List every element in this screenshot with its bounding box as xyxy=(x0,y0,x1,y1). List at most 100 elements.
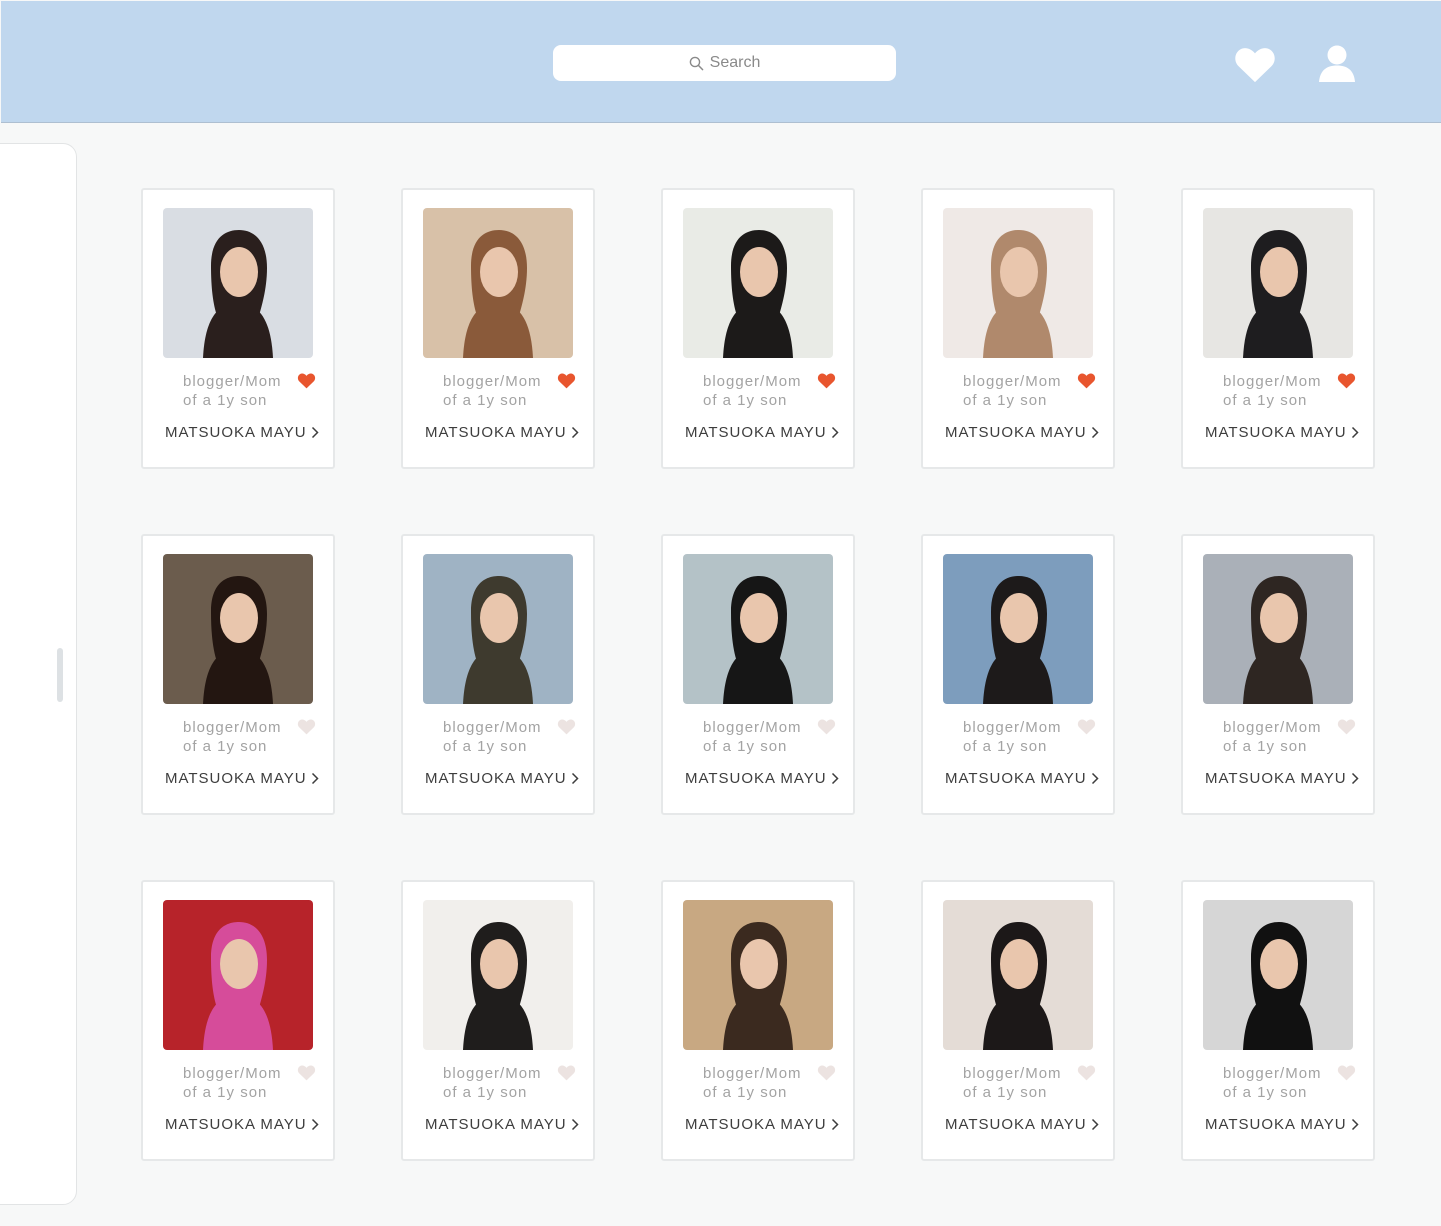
profile-name: MATSUOKA MAYU xyxy=(945,1116,1087,1133)
profile-name-link[interactable]: MATSUOKA MAYU xyxy=(685,424,855,441)
favorite-heart-icon[interactable] xyxy=(557,372,576,389)
profile-name: MATSUOKA MAYU xyxy=(1205,424,1347,441)
bio-line-2: of a 1y son xyxy=(703,738,788,755)
favorite-heart-icon[interactable] xyxy=(297,372,316,389)
profile-bio: blogger/Mom of a 1y son xyxy=(963,1064,1083,1102)
profile-photo[interactable] xyxy=(163,900,313,1050)
profile-card[interactable]: blogger/Mom of a 1y son MATSUOKA MAYU xyxy=(661,188,855,469)
profile-card[interactable]: blogger/Mom of a 1y son MATSUOKA MAYU xyxy=(401,534,595,815)
profile-name-link[interactable]: MATSUOKA MAYU xyxy=(425,424,595,441)
profile-name-link[interactable]: MATSUOKA MAYU xyxy=(425,770,595,787)
profile-card[interactable]: blogger/Mom of a 1y son MATSUOKA MAYU xyxy=(921,534,1115,815)
profile-bio: blogger/Mom of a 1y son xyxy=(443,718,563,756)
favorite-heart-icon[interactable] xyxy=(1337,1064,1356,1081)
profile-bio: blogger/Mom of a 1y son xyxy=(443,1064,563,1102)
profile-bio: blogger/Mom of a 1y son xyxy=(183,1064,303,1102)
profile-card[interactable]: blogger/Mom of a 1y son MATSUOKA MAYU xyxy=(141,880,335,1161)
favorite-heart-icon[interactable] xyxy=(557,718,576,735)
favorite-heart-icon[interactable] xyxy=(1077,372,1096,389)
profile-card[interactable]: blogger/Mom of a 1y son MATSUOKA MAYU xyxy=(401,880,595,1161)
favorite-heart-icon[interactable] xyxy=(557,1064,576,1081)
profile-name: MATSUOKA MAYU xyxy=(165,1116,307,1133)
profile-photo[interactable] xyxy=(683,208,833,358)
profile-name-link[interactable]: MATSUOKA MAYU xyxy=(685,770,855,787)
chevron-right-icon xyxy=(571,772,579,785)
profile-bio: blogger/Mom of a 1y son xyxy=(963,372,1083,410)
profile-card[interactable]: blogger/Mom of a 1y son MATSUOKA MAYU xyxy=(401,188,595,469)
profile-photo[interactable] xyxy=(943,208,1093,358)
profile-photo[interactable] xyxy=(943,554,1093,704)
profile-name: MATSUOKA MAYU xyxy=(685,1116,827,1133)
profile-name-link[interactable]: MATSUOKA MAYU xyxy=(1205,424,1375,441)
profile-card[interactable]: blogger/Mom of a 1y son MATSUOKA MAYU xyxy=(141,534,335,815)
profile-card[interactable]: blogger/Mom of a 1y son MATSUOKA MAYU xyxy=(1181,880,1375,1161)
profile-name: MATSUOKA MAYU xyxy=(425,1116,567,1133)
chevron-right-icon xyxy=(831,1118,839,1131)
profile-photo[interactable] xyxy=(163,208,313,358)
profile-card[interactable]: blogger/Mom of a 1y son MATSUOKA MAYU xyxy=(661,880,855,1161)
profile-name: MATSUOKA MAYU xyxy=(165,424,307,441)
bio-line-1: blogger/Mom xyxy=(443,1065,542,1082)
profile-photo[interactable] xyxy=(163,554,313,704)
favorite-heart-icon[interactable] xyxy=(1077,718,1096,735)
bio-line-2: of a 1y son xyxy=(183,392,268,409)
bio-line-2: of a 1y son xyxy=(183,1084,268,1101)
favorite-heart-icon[interactable] xyxy=(817,372,836,389)
chevron-right-icon xyxy=(831,772,839,785)
profile-bio: blogger/Mom of a 1y son xyxy=(963,718,1083,756)
bio-line-2: of a 1y son xyxy=(443,738,528,755)
profile-name-link[interactable]: MATSUOKA MAYU xyxy=(945,770,1115,787)
favorite-heart-icon[interactable] xyxy=(1077,1064,1096,1081)
favorite-heart-icon[interactable] xyxy=(817,718,836,735)
profile-photo[interactable] xyxy=(423,208,573,358)
profile-card[interactable]: blogger/Mom of a 1y son MATSUOKA MAYU xyxy=(141,188,335,469)
favorite-heart-icon[interactable] xyxy=(297,1064,316,1081)
favorite-heart-icon[interactable] xyxy=(1337,372,1356,389)
bio-line-2: of a 1y son xyxy=(183,738,268,755)
favorite-heart-icon[interactable] xyxy=(817,1064,836,1081)
profile-name-link[interactable]: MATSUOKA MAYU xyxy=(1205,770,1375,787)
profile-name-link[interactable]: MATSUOKA MAYU xyxy=(165,1116,335,1133)
profile-name-link[interactable]: MATSUOKA MAYU xyxy=(165,770,335,787)
profile-name: MATSUOKA MAYU xyxy=(1205,1116,1347,1133)
profile-photo[interactable] xyxy=(1203,900,1353,1050)
bio-line-1: blogger/Mom xyxy=(963,373,1062,390)
profile-name: MATSUOKA MAYU xyxy=(945,770,1087,787)
bio-line-2: of a 1y son xyxy=(963,392,1048,409)
chevron-right-icon xyxy=(1351,1118,1359,1131)
profile-bio: blogger/Mom of a 1y son xyxy=(1223,372,1343,410)
profile-name: MATSUOKA MAYU xyxy=(685,424,827,441)
profile-name-link[interactable]: MATSUOKA MAYU xyxy=(945,424,1115,441)
profile-name: MATSUOKA MAYU xyxy=(425,424,567,441)
profile-name-link[interactable]: MATSUOKA MAYU xyxy=(165,424,335,441)
bio-line-1: blogger/Mom xyxy=(703,373,802,390)
chevron-right-icon xyxy=(1091,772,1099,785)
profile-card[interactable]: blogger/Mom of a 1y son MATSUOKA MAYU xyxy=(661,534,855,815)
bio-line-1: blogger/Mom xyxy=(443,373,542,390)
profile-name-link[interactable]: MATSUOKA MAYU xyxy=(945,1116,1115,1133)
profile-card[interactable]: blogger/Mom of a 1y son MATSUOKA MAYU xyxy=(1181,188,1375,469)
favorite-heart-icon[interactable] xyxy=(1337,718,1356,735)
profile-photo[interactable] xyxy=(683,900,833,1050)
profile-name-link[interactable]: MATSUOKA MAYU xyxy=(1205,1116,1375,1133)
bio-line-2: of a 1y son xyxy=(1223,738,1308,755)
profile-photo[interactable] xyxy=(1203,554,1353,704)
chevron-right-icon xyxy=(1351,426,1359,439)
profile-photo[interactable] xyxy=(1203,208,1353,358)
profile-card[interactable]: blogger/Mom of a 1y son MATSUOKA MAYU xyxy=(921,880,1115,1161)
profile-photo[interactable] xyxy=(683,554,833,704)
profile-card[interactable]: blogger/Mom of a 1y son MATSUOKA MAYU xyxy=(921,188,1115,469)
favorite-heart-icon[interactable] xyxy=(297,718,316,735)
profile-photo[interactable] xyxy=(423,900,573,1050)
bio-line-2: of a 1y son xyxy=(1223,1084,1308,1101)
profile-photo[interactable] xyxy=(943,900,1093,1050)
profile-photo[interactable] xyxy=(423,554,573,704)
profile-name-link[interactable]: MATSUOKA MAYU xyxy=(425,1116,595,1133)
profile-card[interactable]: blogger/Mom of a 1y son MATSUOKA MAYU xyxy=(1181,534,1375,815)
chevron-right-icon xyxy=(1091,426,1099,439)
bio-line-2: of a 1y son xyxy=(703,392,788,409)
profile-name-link[interactable]: MATSUOKA MAYU xyxy=(685,1116,855,1133)
chevron-right-icon xyxy=(831,426,839,439)
profile-bio: blogger/Mom of a 1y son xyxy=(703,372,823,410)
bio-line-2: of a 1y son xyxy=(1223,392,1308,409)
